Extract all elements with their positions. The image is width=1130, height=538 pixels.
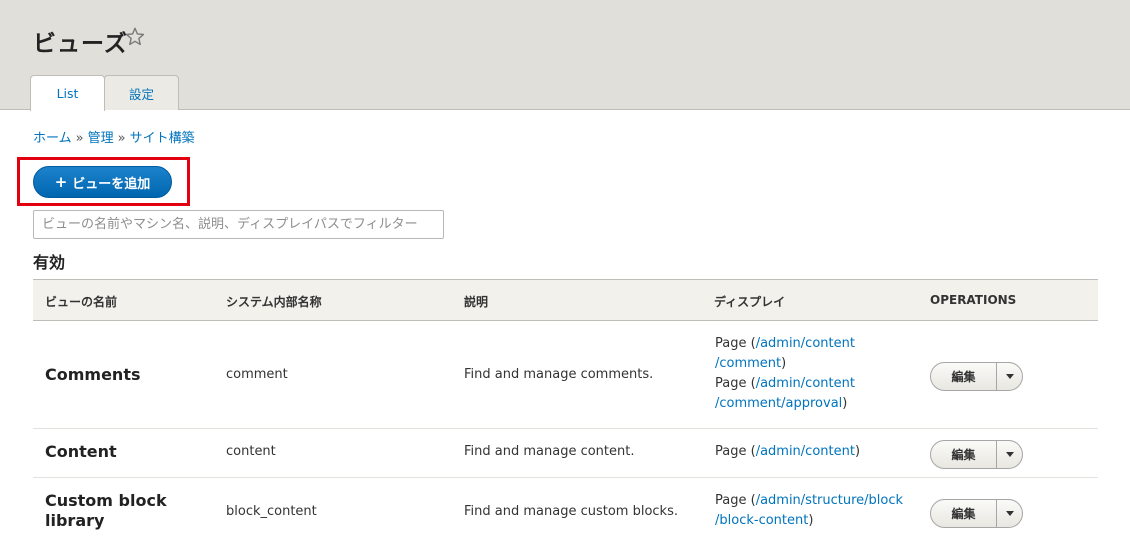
caret-down-icon — [1005, 452, 1014, 457]
breadcrumb: ホーム» 管理» サイト構築 — [33, 127, 195, 146]
view-name-line: library — [45, 511, 105, 530]
description: Find and manage content. — [464, 444, 635, 459]
operations-toggle[interactable] — [996, 441, 1022, 468]
operations-dropbutton: 編集 — [930, 362, 1023, 391]
display-suffix: ) — [781, 356, 787, 371]
operations-toggle[interactable] — [996, 500, 1022, 527]
caret-down-icon — [1005, 511, 1014, 516]
column-header-display[interactable]: ディスプレイ — [714, 293, 785, 310]
description: Find and manage custom blocks. — [464, 504, 678, 519]
breadcrumb-admin-link[interactable]: 管理 — [88, 131, 114, 146]
column-header-description[interactable]: 説明 — [464, 293, 488, 310]
table-header: ビューの名前 システム内部名称 説明 ディスプレイ OPERATIONS — [33, 279, 1098, 321]
display-suffix: ) — [808, 513, 814, 528]
breadcrumb-structure-link[interactable]: サイト構築 — [130, 131, 195, 146]
display-list: Page (/admin/content /comment) Page (/ad… — [715, 334, 855, 414]
display-path-link[interactable]: /comment/approval — [715, 396, 842, 411]
plus-icon: + — [54, 173, 68, 191]
display-path-link[interactable]: /admin/structure/block — [756, 493, 903, 508]
table-row: Content content Find and manage content.… — [33, 429, 1098, 478]
page-header: ビューズ List 設定 — [0, 0, 1130, 111]
display-prefix: Page ( — [715, 493, 756, 508]
display-suffix: ) — [854, 444, 861, 459]
machine-name: comment — [226, 367, 288, 382]
edit-button[interactable]: 編集 — [931, 500, 996, 527]
display-prefix: Page ( — [715, 376, 756, 391]
breadcrumb-separator: » — [75, 131, 84, 146]
display-list: Page (/admin/content) — [715, 442, 860, 462]
description: Find and manage comments. — [464, 367, 654, 382]
operations-toggle[interactable] — [996, 363, 1022, 390]
column-header-operations: OPERATIONS — [930, 293, 1017, 307]
view-name-line: Custom block — [45, 491, 167, 510]
tab-settings[interactable]: 設定 — [104, 75, 179, 110]
machine-name: block_content — [226, 504, 317, 519]
breadcrumb-home-link[interactable]: ホーム — [33, 131, 72, 146]
operations-dropbutton: 編集 — [930, 440, 1023, 469]
section-heading-enabled: 有効 — [33, 253, 66, 272]
machine-name: content — [226, 444, 276, 459]
edit-button[interactable]: 編集 — [931, 363, 996, 390]
display-path-link[interactable]: /admin/content — [756, 444, 855, 459]
view-name: Comments — [45, 365, 141, 384]
table-row: Comments comment Find and manage comment… — [33, 321, 1098, 429]
display-list: Page (/admin/structure/block /block-cont… — [715, 491, 903, 531]
star-icon[interactable] — [124, 26, 146, 48]
view-name: Custom block library — [45, 491, 167, 531]
display-suffix: ) — [842, 396, 848, 411]
tab-list[interactable]: List — [30, 75, 105, 111]
column-header-machine-name[interactable]: システム内部名称 — [226, 293, 322, 310]
caret-down-icon — [1005, 374, 1014, 379]
display-path-link[interactable]: /admin/content — [756, 376, 855, 391]
filter-input[interactable] — [33, 210, 444, 239]
display-prefix: Page ( — [715, 336, 756, 351]
page-title: ビューズ — [33, 31, 128, 57]
display-path-link[interactable]: /comment — [715, 356, 781, 371]
breadcrumb-separator: » — [117, 131, 126, 146]
tabs: List 設定 — [30, 75, 179, 111]
column-header-name[interactable]: ビューの名前 — [45, 293, 117, 310]
display-path-link[interactable]: /block-content — [715, 513, 808, 528]
operations-dropbutton: 編集 — [930, 499, 1023, 528]
view-name: Content — [45, 442, 117, 461]
add-view-label: ビューを追加 — [72, 176, 151, 192]
display-prefix: Page ( — [715, 444, 756, 459]
add-view-button[interactable]: + ビューを追加 — [33, 166, 172, 198]
table-row: Custom block library block_content Find … — [33, 478, 1098, 538]
edit-button[interactable]: 編集 — [931, 441, 996, 468]
display-path-link[interactable]: /admin/content — [756, 336, 855, 351]
